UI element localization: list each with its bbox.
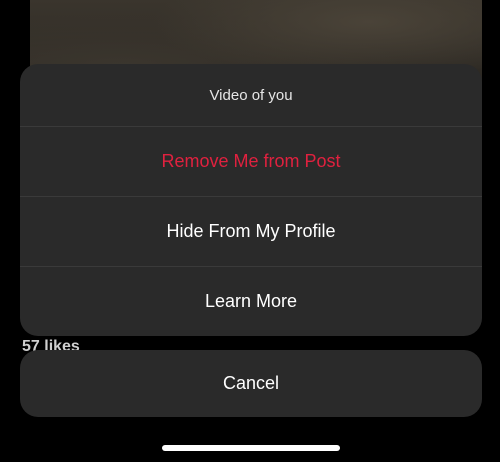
screen: 57 likes Video of you Remove Me from Pos… (0, 0, 500, 462)
action-sheet: Video of you Remove Me from Post Hide Fr… (20, 64, 482, 336)
learn-more-button[interactable]: Learn More (20, 267, 482, 336)
hide-from-my-profile-button[interactable]: Hide From My Profile (20, 197, 482, 267)
cancel-button[interactable]: Cancel (20, 350, 482, 417)
home-indicator (162, 445, 340, 451)
remove-me-from-post-button[interactable]: Remove Me from Post (20, 127, 482, 197)
action-sheet-title: Video of you (20, 64, 482, 127)
